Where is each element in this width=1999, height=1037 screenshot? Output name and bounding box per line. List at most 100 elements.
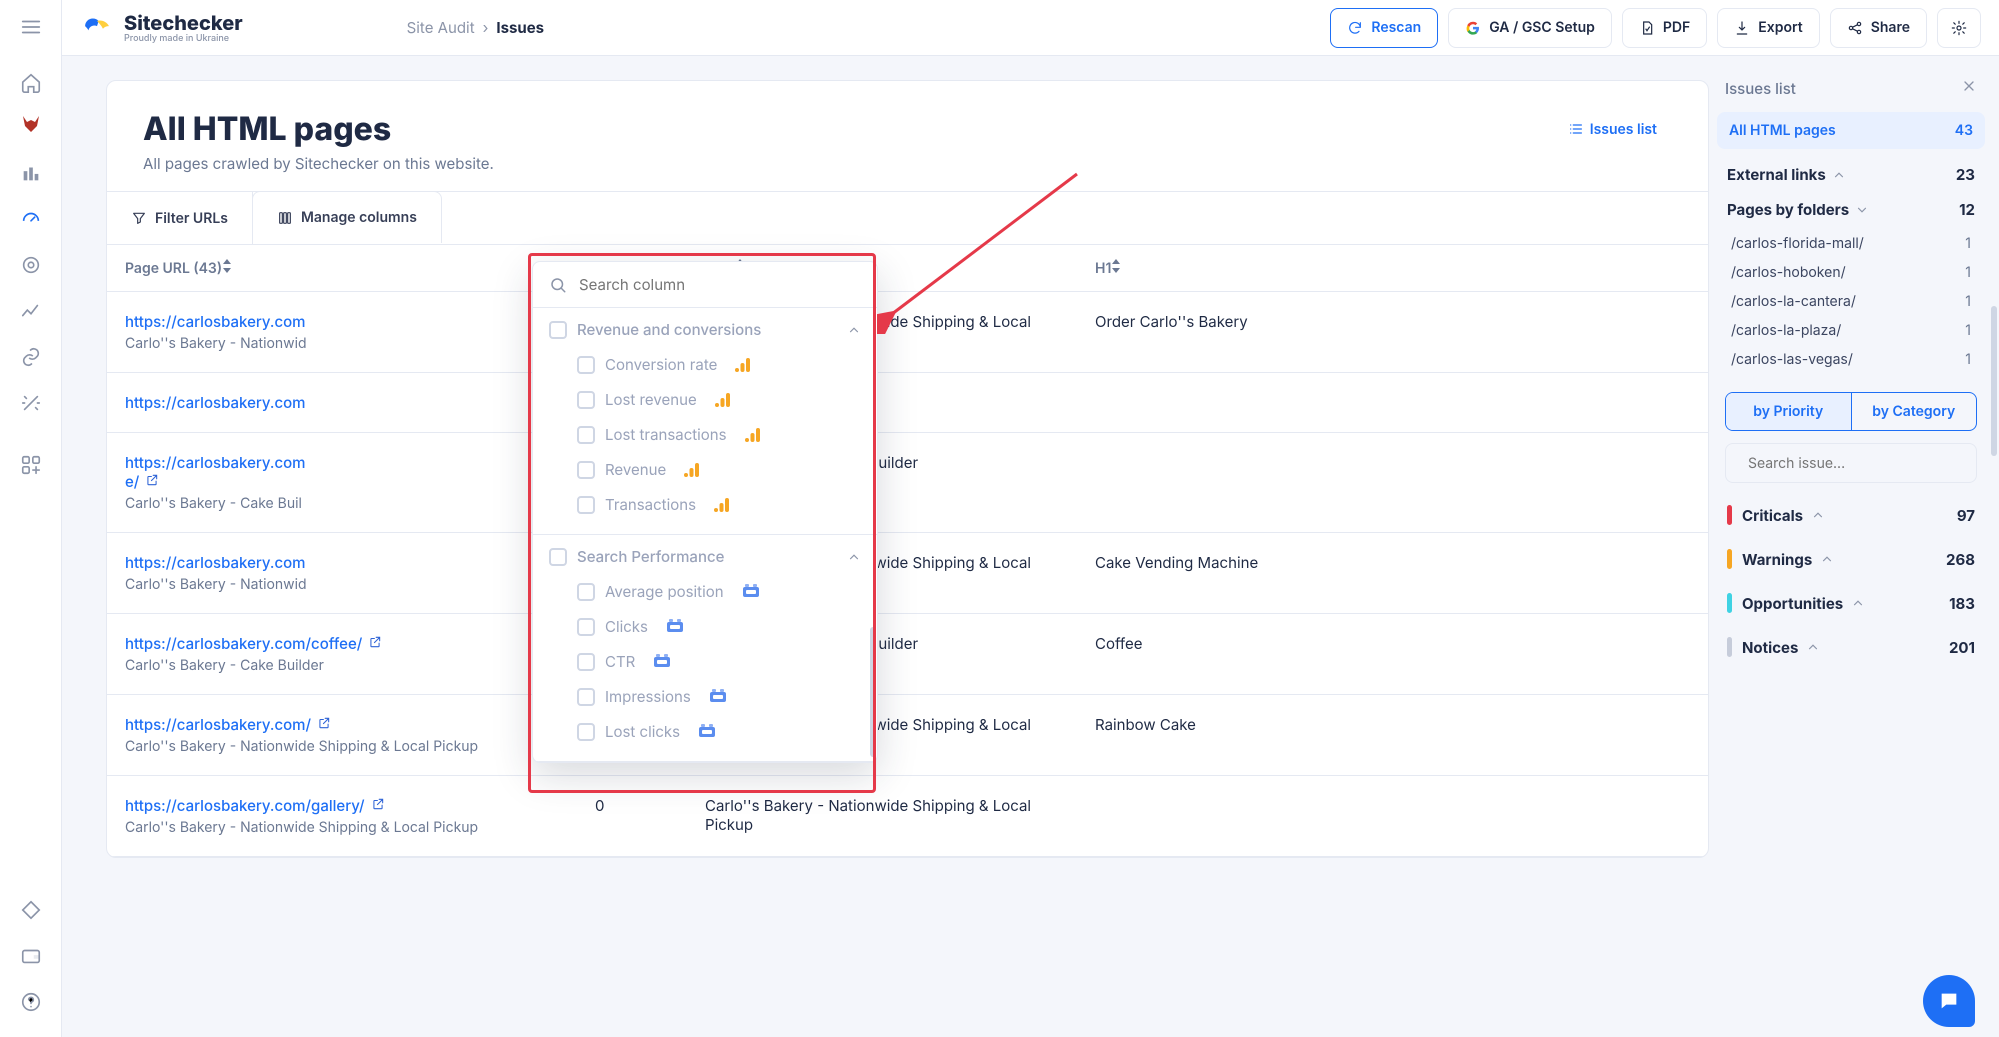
table-row[interactable]: https://carlosbakery.comCarlo''s Bakery …: [107, 533, 1708, 614]
column-group-head[interactable]: Revenue and conversions: [549, 320, 861, 339]
folder-item[interactable]: /carlos-la-plaza/1: [1727, 316, 1975, 345]
column-option[interactable]: Impressions: [577, 679, 861, 714]
export-button[interactable]: Export: [1717, 8, 1819, 48]
home-icon[interactable]: [10, 62, 52, 104]
gear-icon: [1951, 20, 1967, 36]
wallet-icon[interactable]: [10, 935, 52, 977]
page-url-link[interactable]: https://carlosbakery.com/gallery/: [125, 796, 365, 815]
popover-scrollbar[interactable]: [870, 627, 876, 757]
severity-row[interactable]: Criticals97: [1717, 493, 1985, 537]
external-links-section[interactable]: External links 23: [1727, 165, 1975, 184]
page-url-link[interactable]: https://carlosbakery.com/: [125, 715, 311, 734]
external-icon[interactable]: [368, 635, 382, 649]
column-option[interactable]: Average position: [577, 574, 861, 609]
checkbox[interactable]: [549, 321, 567, 339]
brand[interactable]: Sitechecker Proudly made in Ukraine: [80, 12, 243, 44]
column-option[interactable]: CTR: [577, 644, 861, 679]
target-icon[interactable]: [10, 244, 52, 286]
folder-item[interactable]: /carlos-florida-mall/1: [1727, 229, 1975, 258]
link-icon[interactable]: [10, 336, 52, 378]
checkbox[interactable]: [577, 688, 595, 706]
fox-icon[interactable]: [15, 108, 47, 140]
column-option[interactable]: Lost revenue: [577, 382, 861, 417]
pages-by-folders-section[interactable]: Pages by folders 12: [1727, 200, 1975, 219]
column-group-head[interactable]: Search Performance: [549, 547, 861, 566]
table-row[interactable]: https://carlosbakery.com: [107, 373, 1708, 433]
table-row[interactable]: https://carlosbakery.come/Carlo''s Baker…: [107, 433, 1708, 533]
left-nav-rail: [0, 0, 62, 1037]
speed-icon[interactable]: [10, 198, 52, 240]
wand-icon[interactable]: [10, 382, 52, 424]
brand-logo-icon: [80, 14, 114, 40]
checkbox[interactable]: [577, 723, 595, 741]
table-row[interactable]: https://carlosbakery.com/gallery/Carlo''…: [107, 776, 1708, 857]
chat-bubble[interactable]: [1923, 975, 1975, 1027]
column-search-input[interactable]: [577, 274, 861, 295]
settings-button[interactable]: [1937, 8, 1981, 48]
table-row[interactable]: https://carlosbakery.comCarlo''s Bakery …: [107, 292, 1708, 373]
checkbox[interactable]: [577, 653, 595, 671]
rescan-button[interactable]: Rescan: [1330, 8, 1438, 48]
checkbox[interactable]: [577, 391, 595, 409]
folder-count: 1: [1965, 351, 1971, 368]
search-issue-input[interactable]: [1746, 454, 1968, 473]
chevron-right-icon: ›: [483, 18, 489, 37]
page-url-link[interactable]: https://carlosbakery.com: [125, 312, 306, 331]
folder-item[interactable]: /carlos-las-vegas/1: [1727, 345, 1975, 374]
column-option[interactable]: Transactions: [577, 487, 861, 522]
columns-chart-icon[interactable]: [10, 152, 52, 194]
help-icon[interactable]: [10, 981, 52, 1023]
chevron-down-icon: [1855, 203, 1869, 217]
table-row[interactable]: https://carlosbakery.com/Carlo''s Bakery…: [107, 695, 1708, 776]
page-url-link[interactable]: https://carlosbakery.com: [125, 393, 306, 412]
tab-category[interactable]: by Category: [1851, 393, 1977, 430]
main-card: All HTML pages All pages crawled by Site…: [106, 80, 1709, 858]
tab-priority[interactable]: by Priority: [1726, 393, 1851, 430]
pdf-button[interactable]: PDF: [1622, 8, 1707, 48]
panel-scrollbar[interactable]: [1991, 306, 1997, 456]
manage-columns-button[interactable]: Manage columns: [252, 191, 442, 243]
menu-icon[interactable]: [10, 6, 52, 48]
external-icon[interactable]: [371, 797, 385, 811]
column-search[interactable]: [533, 262, 877, 308]
diamond-icon[interactable]: [10, 889, 52, 931]
checkbox[interactable]: [577, 426, 595, 444]
column-option[interactable]: Revenue: [577, 452, 861, 487]
share-button[interactable]: Share: [1830, 8, 1927, 48]
close-icon[interactable]: [1961, 78, 1977, 98]
all-html-pages-pill[interactable]: All HTML pages 43: [1717, 112, 1985, 149]
column-option[interactable]: Clicks: [577, 609, 861, 644]
checkbox[interactable]: [577, 496, 595, 514]
filter-urls-button[interactable]: Filter URLs: [107, 192, 253, 244]
severity-row[interactable]: Warnings268: [1717, 537, 1985, 581]
priority-category-tabs: by Priority by Category: [1725, 392, 1977, 431]
page-url-link[interactable]: https://carlosbakery.com: [125, 453, 306, 472]
external-icon[interactable]: [145, 473, 159, 487]
issues-list-button[interactable]: Issues list: [1553, 109, 1672, 149]
page-url-link[interactable]: https://carlosbakery.com/coffee/: [125, 634, 362, 653]
page-url-link[interactable]: e/: [125, 472, 139, 491]
checkbox[interactable]: [549, 548, 567, 566]
page-url-link[interactable]: https://carlosbakery.com: [125, 553, 306, 572]
col-url-header[interactable]: Page URL (43): [107, 245, 577, 292]
severity-row[interactable]: Notices201: [1717, 625, 1985, 669]
apps-icon[interactable]: [10, 444, 52, 486]
search-issue-box[interactable]: [1725, 443, 1977, 483]
ga-gsc-setup-button[interactable]: GA / GSC Setup: [1448, 8, 1612, 48]
breadcrumb-root[interactable]: Site Audit: [407, 18, 475, 37]
column-option[interactable]: Lost clicks: [577, 714, 861, 749]
table-row[interactable]: https://carlosbakery.com/coffee/Carlo''s…: [107, 614, 1708, 695]
col-h1-header[interactable]: H1: [1077, 245, 1708, 292]
trend-icon[interactable]: [10, 290, 52, 332]
folder-item[interactable]: /carlos-hoboken/1: [1727, 258, 1975, 287]
column-option[interactable]: Conversion rate: [577, 347, 861, 382]
column-option[interactable]: Lost transactions: [577, 417, 861, 452]
external-icon[interactable]: [317, 716, 331, 730]
checkbox[interactable]: [577, 461, 595, 479]
folder-item[interactable]: /carlos-la-cantera/1: [1727, 287, 1975, 316]
folder-label: /carlos-la-plaza/: [1731, 322, 1841, 339]
checkbox[interactable]: [577, 583, 595, 601]
checkbox[interactable]: [577, 356, 595, 374]
severity-row[interactable]: Opportunities183: [1717, 581, 1985, 625]
checkbox[interactable]: [577, 618, 595, 636]
